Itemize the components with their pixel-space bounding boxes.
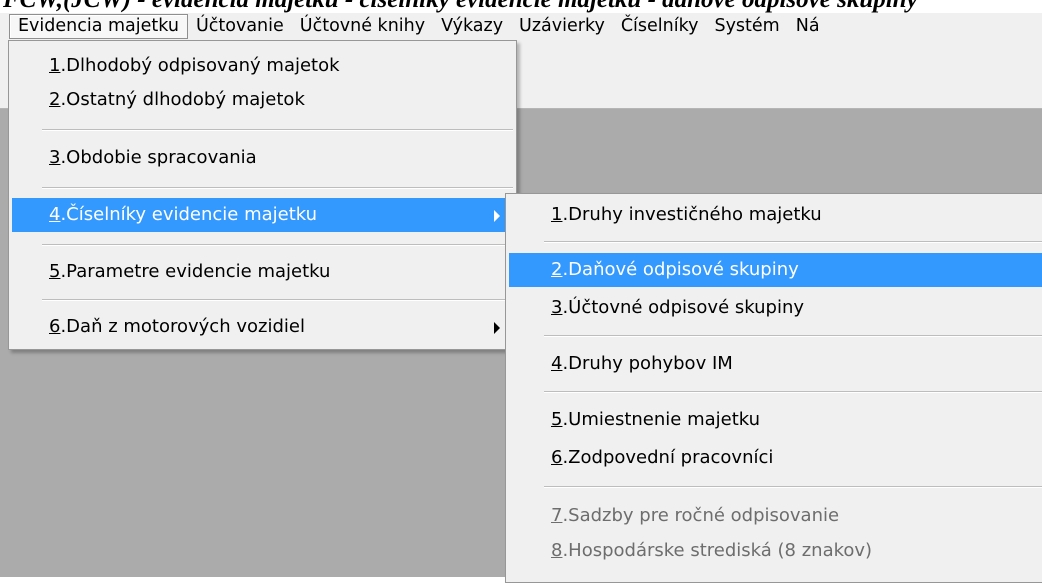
menu-item-label: .Obdobie spracovania [60,147,257,168]
accel-key: 6 [551,447,563,468]
menu-item-umiestnenie-majetku[interactable]: 5.Umiestnenie majetku [509,403,1042,437]
menu-item-parametre-evidencie-majetku[interactable]: 5.Parametre evidencie majetku [12,255,513,289]
menu-separator [544,486,1042,488]
ciselniky-evidencie-submenu: 1.Druhy investičného majetku 2.Daňové od… [505,193,1042,583]
menu-uctovne-knihy[interactable]: Účtovné knihy [292,14,433,39]
accel-key: 7 [551,505,563,526]
menu-item-label: .Druhy pohybov IM [562,353,733,374]
accel-key: 2 [49,89,61,110]
menu-item-hospodarske-strediska: 8.Hospodárske strediská (8 znakov) [509,534,1042,568]
menu-item-label: .Parametre evidencie majetku [60,261,331,282]
menu-item-label: .Účtovné odpisové skupiny [562,297,805,318]
menu-item-label: .Druhy investičného majetku [562,204,822,225]
menu-item-druhy-pohybov-im[interactable]: 4.Druhy pohybov IM [509,347,1042,381]
menu-item-label: .Zodpovední pracovníci [562,447,774,468]
menu-uzavierky[interactable]: Uzávierky [511,14,613,39]
menu-separator [42,187,513,189]
menu-item-zodpovedni-pracovnici[interactable]: 6.Zodpovední pracovníci [509,441,1042,475]
menu-item-label: .Daň z motorových vozidiel [60,316,305,337]
menu-item-label: .Ostatný dlhodobý majetok [60,89,305,110]
menu-item-ciselniky-evidencie-majetku[interactable]: 4.Číselníky evidencie majetku [12,198,513,232]
menu-item-druhy-investicneho-majetku[interactable]: 1.Druhy investičného majetku [509,198,1042,232]
accel-key: 5 [551,409,563,430]
menu-separator [42,129,513,131]
menu-item-dlhodoby-odpisovany-majetok[interactable]: 1.Dlhodobý odpisovaný majetok [12,49,513,83]
accel-key: 2 [551,259,563,280]
menu-system[interactable]: Systém [706,14,787,39]
accel-key: 4 [551,353,563,374]
submenu-arrow-icon [494,210,500,222]
accel-key: 8 [551,540,563,561]
submenu-arrow-icon [494,322,500,334]
menu-item-label: .Hospodárske strediská (8 znakov) [562,540,873,561]
menu-separator [544,241,1042,243]
menu-separator [544,391,1042,393]
accel-key: 1 [49,55,61,76]
menu-na[interactable]: Ná [788,14,828,39]
menu-item-label: .Sadzby pre ročné odpisovanie [562,505,840,526]
menu-separator [42,244,513,246]
menu-uctovanie[interactable]: Účtovanie [188,14,292,39]
menu-evidencia-majetku[interactable]: Evidencia majetku [9,14,188,39]
menu-item-label: .Dlhodobý odpisovaný majetok [60,55,340,76]
menu-item-label: .Číselníky evidencie majetku [60,204,318,225]
accel-key: 5 [49,261,61,282]
menu-separator [544,335,1042,337]
menu-item-ostatny-dlhodoby-majetok[interactable]: 2.Ostatný dlhodobý majetok [12,83,513,117]
menu-item-obdobie-spracovania[interactable]: 3.Obdobie spracovania [12,141,513,175]
menu-item-dan-z-motorovych-vozidiel[interactable]: 6.Daň z motorových vozidiel [12,310,513,344]
menu-item-danove-odpisove-skupiny[interactable]: 2.Daňové odpisové skupiny [509,253,1042,287]
evidencia-majetku-dropdown: 1.Dlhodobý odpisovaný majetok 2.Ostatný … [8,40,517,350]
accel-key: 6 [49,316,61,337]
menu-item-label: .Umiestnenie majetku [562,409,761,430]
menu-item-uctovne-odpisove-skupiny[interactable]: 3.Účtovné odpisové skupiny [509,291,1042,325]
accel-key: 4 [49,204,61,225]
accel-key: 3 [49,147,61,168]
accel-key: 1 [551,204,563,225]
menu-item-sadzby-pre-rocne-odpisovanie: 7.Sadzby pre ročné odpisovanie [509,499,1042,533]
menu-bar: Evidencia majetku Účtovanie Účtovné knih… [0,13,1042,41]
menu-vykazy[interactable]: Výkazy [433,14,511,39]
accel-key: 3 [551,297,563,318]
menu-separator [42,299,513,301]
menu-item-label: .Daňové odpisové skupiny [562,259,799,280]
menu-ciselniky[interactable]: Číselníky [613,14,707,39]
